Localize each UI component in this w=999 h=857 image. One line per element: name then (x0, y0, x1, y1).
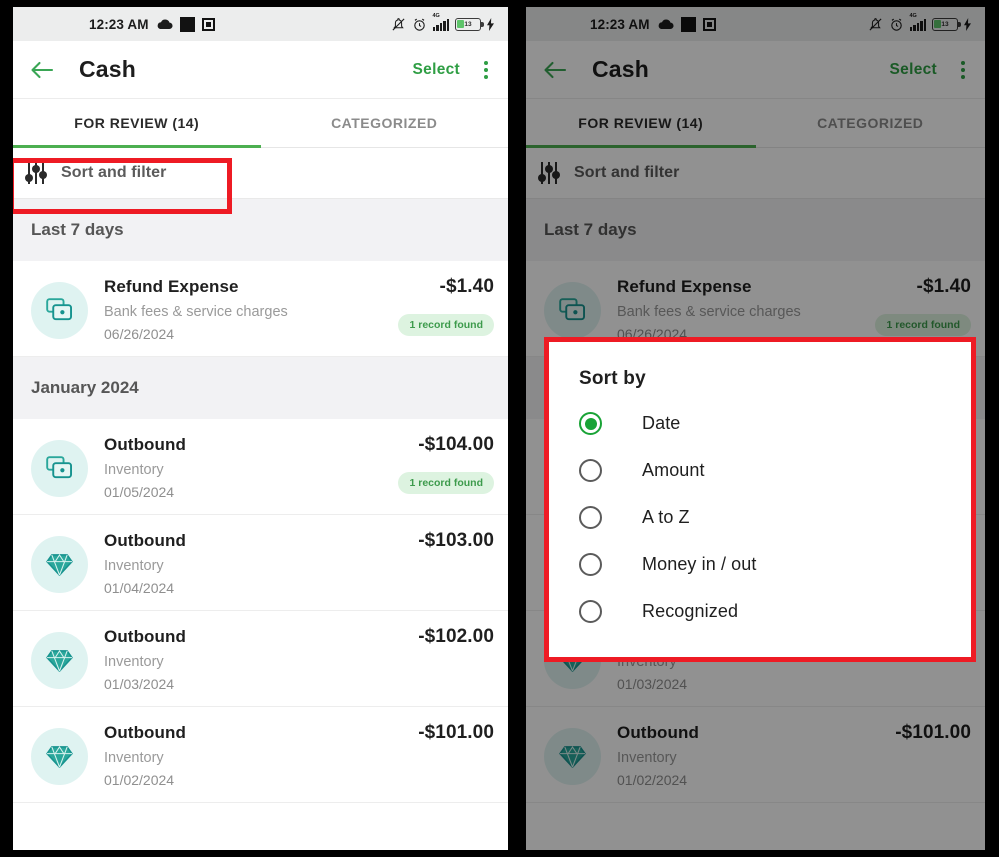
table-row[interactable]: Outbound Inventory 01/05/2024 -$104.00 1… (13, 419, 508, 515)
radio-button-selected[interactable] (579, 412, 602, 435)
sort-and-filter-label: Sort and filter (61, 164, 167, 181)
sliders-icon (25, 162, 47, 184)
diamond-icon (31, 728, 88, 785)
transaction-date: 06/26/2024 (104, 326, 175, 342)
app-bar: Cash Select (13, 41, 508, 99)
alarm-icon (412, 17, 427, 32)
status-badge: 1 record found (398, 472, 494, 494)
download-icon (201, 17, 215, 31)
transaction-category: Inventory (104, 558, 164, 574)
transaction-date: 01/02/2024 (104, 772, 175, 788)
app-bar-actions: Select (413, 57, 494, 83)
status-bar-left: 12:23 AM (89, 16, 215, 32)
transaction-category: Inventory (104, 654, 164, 670)
transaction-meta: -$104.00 1 record found (398, 433, 494, 494)
transaction-details: Outbound Inventory 01/05/2024 (104, 433, 398, 500)
transaction-meta: -$102.00 (418, 625, 494, 648)
transaction-details: Outbound Inventory 01/02/2024 (104, 721, 418, 788)
screenshot-icon (179, 16, 195, 32)
sort-option-label: Recognized (642, 601, 739, 621)
section-header: January 2024 (13, 357, 508, 419)
sort-option-label: Date (642, 413, 681, 433)
sort-option-label: Amount (642, 460, 705, 480)
transaction-amount: -$104.00 (418, 434, 494, 455)
status-badge: 1 record found (398, 314, 494, 336)
back-arrow-icon[interactable] (27, 55, 57, 85)
transaction-details: Refund Expense Bank fees & service charg… (104, 275, 398, 342)
charging-bolt-icon (487, 17, 494, 31)
battery-icon: 13 (455, 17, 484, 31)
transaction-amount: -$1.40 (439, 276, 494, 297)
phone-screen-left: 12:23 AM 4G 13 Cash Select FOR REVIEW (1… (13, 7, 508, 850)
radio-button[interactable] (579, 600, 602, 623)
transaction-details: Outbound Inventory 01/04/2024 (104, 529, 418, 596)
sort-option-money-in-out[interactable]: Money in / out (549, 541, 971, 588)
transaction-name: Outbound (104, 531, 186, 550)
sort-and-filter-button[interactable]: Sort and filter (13, 148, 508, 199)
transaction-name: Outbound (104, 435, 186, 454)
sort-option-date[interactable]: Date (549, 400, 971, 447)
table-row[interactable]: Outbound Inventory 01/04/2024 -$103.00 (13, 515, 508, 611)
sort-option-recognized[interactable]: Recognized (549, 588, 971, 635)
radio-button[interactable] (579, 553, 602, 576)
tab-bar: FOR REVIEW (14) CATEGORIZED (13, 99, 508, 148)
transaction-date: 01/05/2024 (104, 484, 175, 500)
transaction-category: Bank fees & service charges (104, 304, 288, 320)
section-header: Last 7 days (13, 199, 508, 261)
tab-for-review[interactable]: FOR REVIEW (14) (13, 99, 261, 148)
diamond-icon (31, 632, 88, 689)
sort-option-a-to-z[interactable]: A to Z (549, 494, 971, 541)
overflow-menu-icon[interactable] (478, 57, 494, 83)
table-row[interactable]: Refund Expense Bank fees & service charg… (13, 261, 508, 357)
transaction-meta: -$103.00 (418, 529, 494, 552)
transaction-details: Outbound Inventory 01/03/2024 (104, 625, 418, 692)
sort-by-dialog: Sort by Date Amount A to Z Money in / ou… (544, 337, 976, 662)
app-screen-before: 12:23 AM 4G 13 Cash Select FOR REVIEW (1… (13, 7, 508, 850)
radio-button[interactable] (579, 459, 602, 482)
cloud-icon (156, 18, 173, 30)
screenshot-stage: 12:23 AM 4G 13 Cash Select FOR REVIEW (1… (0, 0, 999, 857)
transaction-name: Outbound (104, 627, 186, 646)
transaction-date: 01/04/2024 (104, 580, 175, 596)
transaction-category: Inventory (104, 750, 164, 766)
transaction-name: Refund Expense (104, 277, 239, 296)
table-row[interactable]: Outbound Inventory 01/02/2024 -$101.00 (13, 707, 508, 803)
sort-option-amount[interactable]: Amount (549, 447, 971, 494)
select-button[interactable]: Select (413, 61, 460, 79)
radio-button[interactable] (579, 506, 602, 529)
diamond-icon (31, 536, 88, 593)
signal-4g-icon: 4G (432, 13, 449, 31)
page-title: Cash (79, 56, 137, 82)
transaction-meta: -$1.40 1 record found (398, 275, 494, 336)
sort-option-label: Money in / out (642, 554, 757, 574)
sort-option-label: A to Z (642, 507, 690, 527)
status-time: 12:23 AM (89, 16, 149, 32)
table-row[interactable]: Outbound Inventory 01/03/2024 -$102.00 (13, 611, 508, 707)
bell-off-icon (391, 17, 406, 32)
transaction-amount: -$103.00 (418, 530, 494, 551)
transaction-name: Outbound (104, 723, 186, 742)
transaction-meta: -$101.00 (418, 721, 494, 744)
stacked-cards-icon (31, 282, 88, 339)
stacked-cards-icon (31, 440, 88, 497)
status-bar-right: 4G 13 (391, 13, 494, 32)
transaction-date: 01/03/2024 (104, 676, 175, 692)
app-screen-after: 12:23 AM 4G 13 Cash Select FOR REVIEW (1… (526, 7, 985, 850)
transaction-category: Inventory (104, 462, 164, 478)
dialog-title: Sort by (579, 368, 646, 389)
phone-screen-right: 12:23 AM 4G 13 Cash Select FOR REVIEW (1… (526, 7, 985, 850)
status-bar: 12:23 AM 4G 13 (13, 7, 508, 41)
transaction-amount: -$101.00 (418, 722, 494, 743)
transaction-amount: -$102.00 (418, 626, 494, 647)
tab-categorized[interactable]: CATEGORIZED (261, 99, 509, 147)
